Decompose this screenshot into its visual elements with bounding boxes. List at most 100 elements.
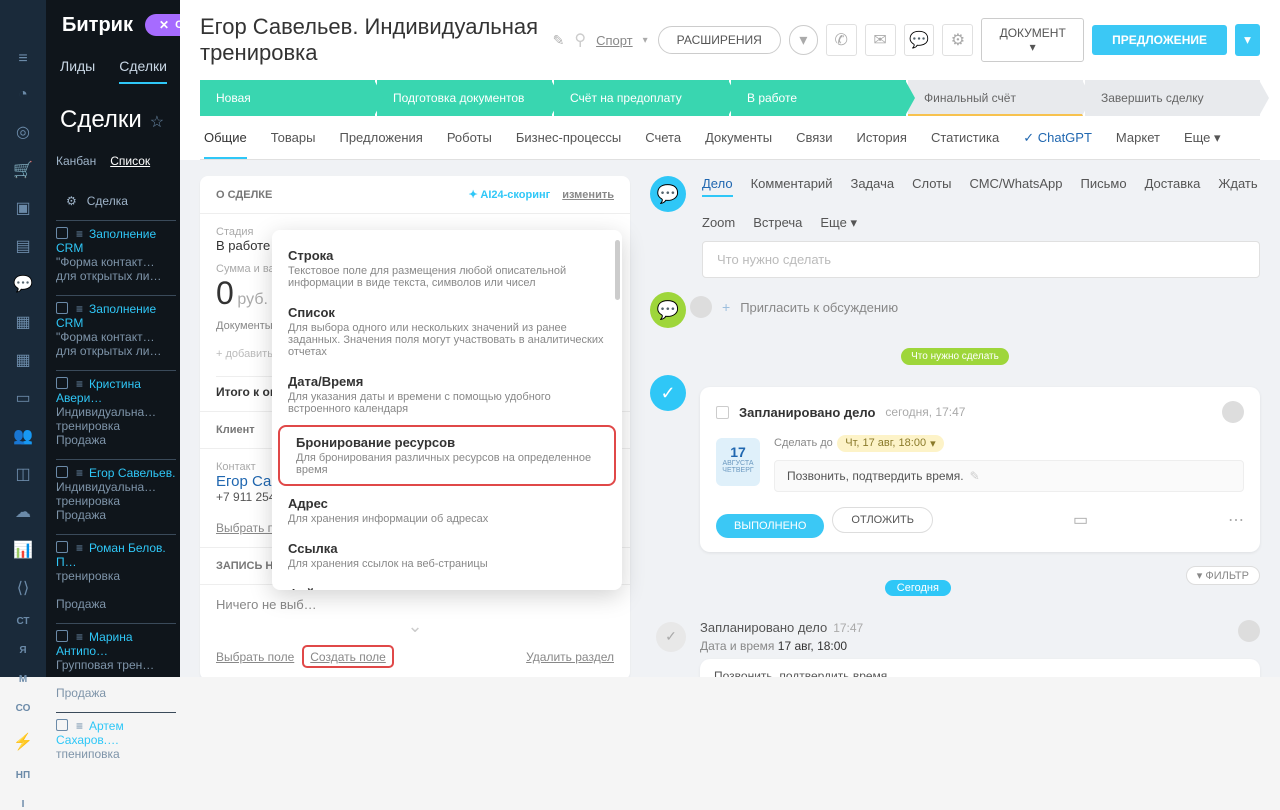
tab-8[interactable]: История [857,130,907,159]
tab-4[interactable]: Бизнес-процессы [516,130,621,159]
deal-link[interactable]: Заполнение CRM [56,227,156,255]
field-type-option[interactable]: Бронирование ресурсовДля бронирования ра… [278,425,616,486]
nav-i[interactable]: I [22,799,25,810]
star-icon[interactable]: ☆ [150,114,164,131]
view-kanban[interactable]: Канбан [56,154,96,168]
nav-ct[interactable]: СТ [16,616,29,627]
extensions-arrow[interactable]: ▾ [789,25,818,55]
tab-10[interactable]: ✓ ChatGPT [1023,130,1092,159]
mail-icon[interactable]: ✉ [865,24,896,56]
edit-icon[interactable]: ✎ [553,32,565,49]
menu-icon[interactable]: ≡ [76,302,83,316]
field-type-option[interactable]: СсылкаДля хранения ссылок на веб-страниц… [272,533,622,578]
grid-icon[interactable]: ▦ [13,350,33,370]
nav-co[interactable]: СО [16,703,31,714]
tab-11[interactable]: Маркет [1116,130,1160,159]
clock-icon[interactable]: ◔ [13,86,33,104]
lightning-icon[interactable]: ⚡ [13,732,33,752]
tabs-more[interactable]: Еще ▾ [1184,130,1221,159]
chat2-icon[interactable]: 💬 [904,24,935,56]
select-field-2[interactable]: Выбрать поле [216,650,294,664]
doc-icon[interactable]: ▤ [13,236,33,256]
subnav-leads[interactable]: Лиды [60,58,95,84]
create-field-link[interactable]: Создать поле [310,650,386,664]
timeline-more[interactable]: Еще ▾ [820,215,857,231]
offer-arrow[interactable]: ▾ [1235,24,1260,56]
box-icon[interactable]: ▣ [13,198,33,218]
robot-icon[interactable]: ◫ [13,464,33,484]
gear-icon[interactable]: ⚙ [66,194,77,208]
timeline-fab[interactable]: 💬 [650,176,686,212]
subnav-deals[interactable]: Сделки [119,58,167,84]
tab-6[interactable]: Документы [705,130,772,159]
scrollbar[interactable] [615,240,620,300]
stage-5[interactable]: Завершить сделку [1085,80,1260,116]
extensions-button[interactable]: РАСШИРЕНИЯ [658,26,781,54]
deal-link[interactable]: Роман Белов. П… [56,541,166,569]
invite-text[interactable]: Пригласить к обсуждению [740,300,898,315]
checkbox[interactable] [56,377,68,389]
card-icon[interactable]: ▭ [1073,510,1088,530]
menu-icon[interactable]: ≡ [76,630,83,644]
logo[interactable]: Битрик [62,14,133,37]
target-icon[interactable]: ◎ [13,122,33,142]
tab-0[interactable]: Общие [204,130,247,159]
stage-1[interactable]: Подготовка документов [377,80,552,116]
timeline-tab-5[interactable]: Письмо [1081,176,1127,197]
field-type-option[interactable]: ФайлДля хранения изображений и документо… [272,578,622,590]
checkbox[interactable] [56,227,68,239]
todo-input[interactable]: Что нужно сделать [702,241,1260,278]
field-type-option[interactable]: СтрокаТекстовое поле для размещения любо… [272,240,622,297]
cloud-icon[interactable]: ☁ [13,502,33,522]
calendar-icon[interactable]: ▦ [13,312,33,332]
timeline-tab-1[interactable]: Комментарий [751,176,833,197]
field-type-option[interactable]: Дата/ВремяДля указания даты и времени с … [272,366,622,423]
check-fab[interactable]: ✓ [650,375,686,411]
menu-icon[interactable]: ≡ [76,227,83,241]
menu-icon[interactable]: ≡ [76,466,83,480]
tab-7[interactable]: Связи [796,130,832,159]
cart-icon[interactable]: 🛒 [13,160,33,180]
checkbox[interactable] [56,302,68,314]
view-list[interactable]: Список [110,154,150,168]
delete-section[interactable]: Удалить раздел [526,650,614,664]
checkbox[interactable] [56,630,68,642]
nav-np[interactable]: НП [16,770,30,781]
plus-icon[interactable]: + [722,299,730,315]
close-icon[interactable]: ✕ [159,18,169,32]
deal-category[interactable]: Спорт [596,33,633,48]
tab-2[interactable]: Предложения [339,130,422,159]
deal-link[interactable]: Егор Савельев. [89,466,175,480]
gear2-icon[interactable]: ⚙ [942,24,973,56]
offer-button[interactable]: ПРЕДЛОЖЕНИЕ [1092,25,1227,55]
menu-icon[interactable]: ≡ [76,541,83,555]
field-type-option[interactable]: СписокДля выбора одного или нескольких з… [272,297,622,366]
timeline-tab-9[interactable]: Встреча [753,215,802,231]
timeline-tab-8[interactable]: Zoom [702,215,735,231]
tab-5[interactable]: Счета [645,130,681,159]
checkbox[interactable] [56,466,68,478]
deal-link[interactable]: Кристина Авери… [56,377,141,405]
tab-3[interactable]: Роботы [447,130,492,159]
planned-checkbox[interactable] [716,406,729,419]
chart-icon[interactable]: 📊 [13,540,33,560]
timeline-tab-2[interactable]: Задача [850,176,894,197]
checkbox[interactable] [56,719,68,731]
later-button[interactable]: ОТЛОЖИТЬ [832,507,933,533]
nav-m[interactable]: М [19,674,27,685]
tab-9[interactable]: Статистика [931,130,999,159]
menu-icon[interactable]: ≡ [76,719,83,733]
menu-icon[interactable]: ≡ [76,377,83,391]
tab-1[interactable]: Товары [271,130,316,159]
edit-icon[interactable]: ✎ [970,469,980,483]
field-type-option[interactable]: АдресДля хранения информации об адресах [272,488,622,533]
document-button[interactable]: ДОКУМЕНТ ▾ [981,18,1084,62]
filter-button[interactable]: ▾ ФИЛЬТР [1186,566,1260,585]
stage-3[interactable]: В работе [731,80,906,116]
stage-0[interactable]: Новая [200,80,375,116]
done-button[interactable]: ВЫПОЛНЕНО [716,514,824,538]
stage-2[interactable]: Счёт на предоплату [554,80,729,116]
phone-icon[interactable]: ✆ [826,24,857,56]
timeline-tab-0[interactable]: Дело [702,176,733,197]
chevron-down-icon[interactable]: ▾ [643,35,648,46]
